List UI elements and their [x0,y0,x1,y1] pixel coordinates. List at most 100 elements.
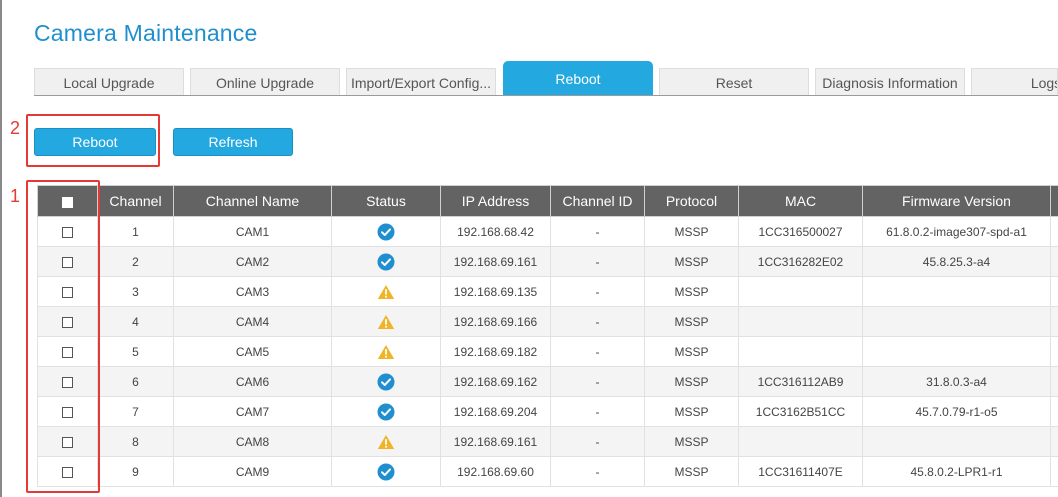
tab-logs[interactable]: Logs [971,68,1058,96]
callout-box-checkbox-column [26,180,100,493]
column-header-ip-address[interactable]: IP Address [440,185,551,217]
cell-ip-address: 192.168.69.204 [440,396,551,427]
cell-channel-id: - [550,426,645,457]
table-row[interactable]: 8 CAM8 192.168.69.161- MSSP [37,426,1058,457]
camera-table: Channel Channel Name Status IP Address C… [37,185,1058,487]
tab-diagnosis-information[interactable]: Diagnosis Information [815,68,965,96]
column-header-protocol[interactable]: Protocol [644,185,739,217]
cell-channel: 4 [97,306,174,337]
cell-mac [738,336,863,367]
cell-channel-id: - [550,216,645,247]
cell-status [331,246,441,277]
cell-status [331,426,441,457]
cell-channel: 7 [97,396,174,427]
cell-channel: 2 [97,246,174,277]
cell-channel: 6 [97,366,174,397]
column-header-firmware-version[interactable]: Firmware Version [862,185,1051,217]
status-warning-icon [377,314,395,329]
table-body: 1 CAM1 192.168.68.42- MSSP 1CC316500027 61.8.… [37,216,1058,487]
cell-ip-address: 192.168.69.135 [440,276,551,307]
column-header-overflow [1050,185,1058,217]
tab-reset[interactable]: Reset [659,68,809,96]
cell-firmware-version: 31.8.0.3-a4 [862,366,1051,397]
cell-ip-address: 192.168.69.166 [440,306,551,337]
table-row[interactable]: 7 CAM7 192.168.69.204- MSSP 1CC3162B51CC 45.7… [37,396,1058,427]
cell-channel-name: CAM1 [173,216,332,247]
table-row[interactable]: 3 CAM3 192.168.69.135- MSSP [37,276,1058,307]
tab-local-upgrade[interactable]: Local Upgrade [34,68,184,96]
cell-ip-address: 192.168.69.161 [440,426,551,457]
cell-status [331,216,441,247]
cell-ip-address: 192.168.69.161 [440,246,551,277]
cell-overflow [1050,396,1058,427]
cell-status [331,336,441,367]
table-row[interactable]: 9 CAM9 192.168.69.60- MSSP 1CC31611407E 45.8.… [37,456,1058,487]
column-header-channel-id[interactable]: Channel ID [550,185,645,217]
cell-overflow [1050,216,1058,247]
cell-overflow [1050,366,1058,397]
cell-channel-id: - [550,306,645,337]
cell-protocol: MSSP [644,216,739,247]
cell-channel: 1 [97,216,174,247]
status-ok-icon [377,463,395,480]
cell-overflow [1050,246,1058,277]
cell-protocol: MSSP [644,426,739,457]
cell-channel: 5 [97,336,174,367]
cell-channel-name: CAM7 [173,396,332,427]
cell-channel-name: CAM6 [173,366,332,397]
table-row[interactable]: 5 CAM5 192.168.69.182- MSSP [37,336,1058,367]
cell-status [331,366,441,397]
cell-mac [738,276,863,307]
cell-status [331,276,441,307]
cell-protocol: MSSP [644,396,739,427]
callout-number-2: 2 [10,118,21,138]
cell-firmware-version: 45.7.0.79-r1-o5 [862,396,1051,427]
cell-mac [738,306,863,337]
status-ok-icon [377,223,395,240]
cell-firmware-version [862,276,1051,307]
cell-overflow [1050,426,1058,457]
cell-channel: 3 [97,276,174,307]
tab-logs-label: Logs [1030,74,1057,91]
tab-reboot[interactable]: Reboot [503,61,653,96]
cell-channel: 8 [97,426,174,457]
table-row[interactable]: 1 CAM1 192.168.68.42- MSSP 1CC316500027 61.8.… [37,216,1058,247]
cell-channel-name: CAM8 [173,426,332,457]
cell-protocol: MSSP [644,336,739,367]
status-warning-icon [377,344,395,359]
cell-mac: 1CC3162B51CC [738,396,863,427]
cell-status [331,456,441,487]
table-header-row: Channel Channel Name Status IP Address C… [37,185,1058,217]
cell-ip-address: 192.168.68.42 [440,216,551,247]
cell-mac: 1CC31611407E [738,456,863,487]
reboot-button[interactable]: Reboot [34,128,156,156]
cell-channel-name: CAM4 [173,306,332,337]
column-header-channel[interactable]: Channel [97,185,174,217]
status-warning-icon [377,284,395,299]
cell-firmware-version [862,426,1051,457]
table-row[interactable]: 4 CAM4 192.168.69.166- MSSP [37,306,1058,337]
cell-overflow [1050,456,1058,487]
cell-mac [738,426,863,457]
cell-ip-address: 192.168.69.162 [440,366,551,397]
cell-protocol: MSSP [644,246,739,277]
cell-channel-id: - [550,276,645,307]
status-ok-icon [377,253,395,270]
column-header-channel-name[interactable]: Channel Name [173,185,332,217]
tab-import-export-config[interactable]: Import/Export Config... [346,68,496,96]
table-row[interactable]: 2 CAM2 192.168.69.161- MSSP 1CC316282E02 45.8… [37,246,1058,277]
column-header-status[interactable]: Status [331,185,441,217]
cell-protocol: MSSP [644,306,739,337]
cell-channel-id: - [550,336,645,367]
tab-online-upgrade[interactable]: Online Upgrade [190,68,340,96]
cell-mac: 1CC316112AB9 [738,366,863,397]
column-header-mac[interactable]: MAC [738,185,863,217]
refresh-button[interactable]: Refresh [173,128,293,156]
cell-protocol: MSSP [644,366,739,397]
cell-channel-id: - [550,396,645,427]
table-row[interactable]: 6 CAM6 192.168.69.162- MSSP 1CC316112AB9 31.8… [37,366,1058,397]
status-ok-icon [377,403,395,420]
cell-firmware-version: 45.8.0.2-LPR1-r1 [862,456,1051,487]
cell-ip-address: 192.168.69.60 [440,456,551,487]
cell-channel: 9 [97,456,174,487]
